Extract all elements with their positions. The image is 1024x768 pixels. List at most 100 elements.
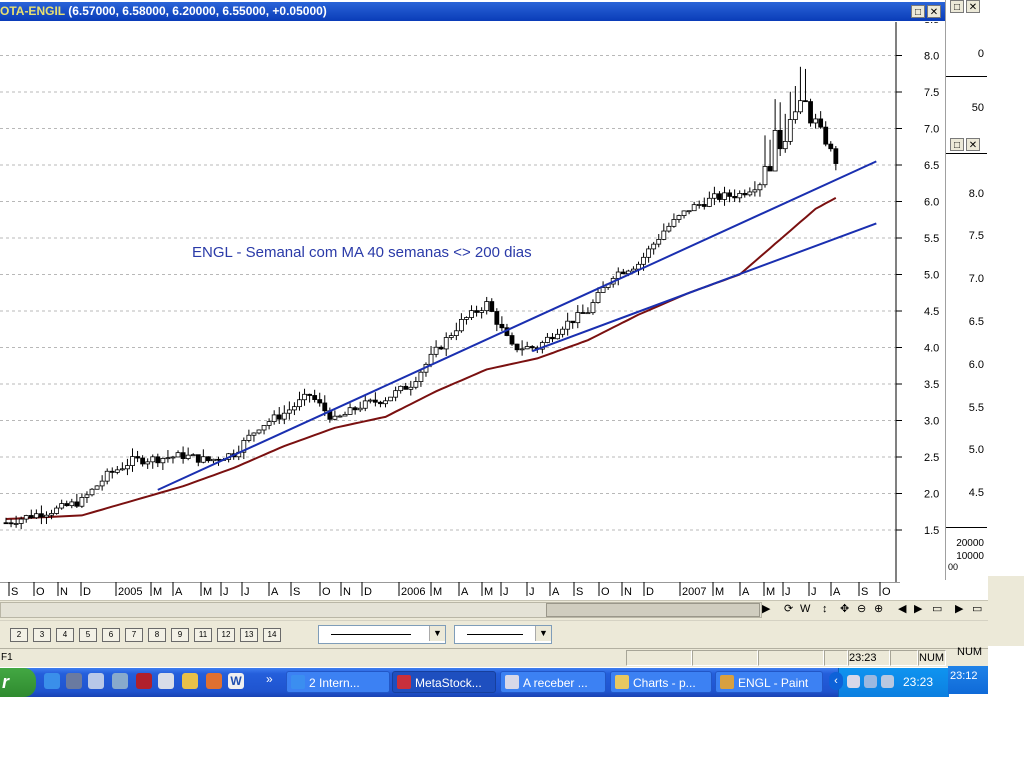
period-button[interactable]: 7 bbox=[125, 628, 143, 642]
scrollbar-thumb[interactable] bbox=[546, 603, 760, 617]
status-cell bbox=[890, 650, 918, 666]
paint-icon[interactable] bbox=[206, 673, 222, 689]
candle-body bbox=[474, 310, 479, 313]
maximize-button[interactable]: □ bbox=[911, 5, 925, 18]
candle-body bbox=[357, 407, 363, 411]
candle-body bbox=[251, 432, 257, 436]
close-button[interactable]: ✕ bbox=[927, 5, 941, 18]
period-button[interactable]: 9 bbox=[171, 628, 189, 642]
candle-body bbox=[656, 239, 662, 245]
panel2-maximize-button[interactable]: □ bbox=[950, 138, 964, 151]
nav-control-icon[interactable]: ▭ bbox=[932, 602, 942, 616]
chevron-right-icon[interactable]: » bbox=[266, 672, 273, 686]
nav-control-icon[interactable]: ▶ bbox=[762, 602, 770, 616]
candle-body bbox=[433, 346, 439, 355]
nav-control-icon[interactable]: ⊖ bbox=[857, 602, 866, 616]
candle-body bbox=[145, 461, 151, 465]
taskbar-button[interactable]: A receber ... bbox=[500, 671, 606, 693]
nav-control-icon[interactable]: ✥ bbox=[840, 602, 849, 616]
candle-body bbox=[418, 371, 424, 382]
candle-body bbox=[337, 415, 343, 418]
candle-body bbox=[362, 400, 368, 409]
line-style-sample bbox=[331, 634, 411, 635]
start-button[interactable]: r bbox=[0, 668, 36, 697]
trendline[interactable] bbox=[157, 160, 877, 491]
taskbar-button[interactable]: 2 Intern... bbox=[286, 671, 390, 693]
period-button[interactable]: 13 bbox=[240, 628, 258, 642]
taskbar-button[interactable]: Charts - p... bbox=[610, 671, 712, 693]
network-icon[interactable] bbox=[88, 673, 104, 689]
line-weight-dropdown[interactable]: ▼ bbox=[454, 625, 552, 644]
candle-body bbox=[185, 454, 191, 459]
chevron-left-icon[interactable]: ‹ bbox=[829, 672, 843, 690]
candle-body bbox=[615, 271, 621, 279]
y-tick-label: 2.5 bbox=[924, 452, 939, 464]
x-tick-label: N bbox=[624, 586, 632, 598]
candle-body bbox=[59, 503, 65, 509]
browser-icon[interactable] bbox=[44, 673, 60, 689]
x-tick-label: D bbox=[364, 586, 372, 598]
app-icon bbox=[720, 675, 734, 689]
candle-body bbox=[767, 166, 773, 172]
period-button[interactable]: 12 bbox=[217, 628, 235, 642]
y-tick-label: 6.0 bbox=[924, 197, 939, 209]
period-button[interactable]: 6 bbox=[102, 628, 120, 642]
candle-body bbox=[722, 192, 727, 200]
folder-icon[interactable] bbox=[182, 673, 198, 689]
period-button[interactable]: 2 bbox=[10, 628, 28, 642]
tray-speaker-icon[interactable] bbox=[881, 675, 894, 688]
y-tick-label: 6.5 bbox=[924, 160, 939, 172]
app-icon bbox=[505, 675, 519, 689]
candle-body bbox=[195, 454, 201, 463]
candle-body bbox=[545, 336, 550, 343]
candle-body bbox=[509, 335, 515, 345]
nav-control-icon[interactable]: ↕ bbox=[822, 602, 828, 616]
line-style-dropdown[interactable]: ▼ bbox=[318, 625, 446, 644]
nav-control-icon[interactable]: ▭ bbox=[972, 602, 982, 616]
candle-body bbox=[332, 415, 338, 420]
tray-clock: 23:23 bbox=[903, 675, 934, 689]
period-button[interactable]: 4 bbox=[56, 628, 74, 642]
candle-body bbox=[453, 330, 459, 336]
x-tick-label: M bbox=[153, 586, 162, 598]
candle-body bbox=[666, 225, 672, 232]
candle-body bbox=[514, 343, 520, 351]
panel2-close-button[interactable]: ✕ bbox=[966, 138, 980, 151]
nav-control-icon[interactable]: ▶ bbox=[914, 602, 922, 616]
volume-tick: 20000 bbox=[956, 538, 984, 549]
period-button[interactable]: 11 bbox=[194, 628, 212, 642]
candle-body bbox=[489, 301, 495, 312]
taskbar-button[interactable]: MetaStock... bbox=[392, 671, 496, 693]
computer-icon[interactable] bbox=[66, 673, 82, 689]
rsi-tick: 0 bbox=[977, 48, 984, 60]
status-cell bbox=[758, 650, 824, 666]
nav-control-icon[interactable]: ⟳ bbox=[784, 602, 793, 616]
period-button[interactable]: 3 bbox=[33, 628, 51, 642]
document-icon[interactable] bbox=[158, 673, 174, 689]
metastock-icon[interactable] bbox=[136, 673, 152, 689]
candle-body bbox=[104, 470, 110, 482]
candle-body bbox=[651, 243, 657, 250]
candle-body bbox=[529, 346, 535, 349]
period-button[interactable]: 5 bbox=[79, 628, 97, 642]
tray-network-icon[interactable] bbox=[847, 675, 860, 688]
price-chart[interactable]: 8.5 8.0 7.5 7.0 6.5 6.0 5.5 5.0 4.5 4.0 3.5 3.0 2.5 2… bbox=[0, 22, 945, 582]
candle-body bbox=[706, 197, 712, 207]
word-icon[interactable]: W bbox=[228, 673, 244, 689]
tray-monitor-icon[interactable] bbox=[864, 675, 877, 688]
nav-control-icon[interactable]: ▶ bbox=[955, 602, 963, 616]
taskbar-button[interactable]: ENGL - Paint bbox=[715, 671, 823, 693]
panel-close-button[interactable]: ✕ bbox=[966, 0, 980, 13]
y-tick-label: 3.0 bbox=[924, 416, 939, 428]
period-button[interactable]: 14 bbox=[263, 628, 281, 642]
candle-body bbox=[246, 434, 252, 441]
nav-control-icon[interactable]: ⊕ bbox=[874, 602, 883, 616]
nav-control-icon[interactable]: W bbox=[800, 602, 810, 616]
period-button[interactable]: 8 bbox=[148, 628, 166, 642]
trendline[interactable] bbox=[531, 222, 877, 353]
printer-icon[interactable] bbox=[112, 673, 128, 689]
candle-body bbox=[276, 414, 282, 420]
panel-maximize-button[interactable]: □ bbox=[950, 0, 964, 13]
nav-control-icon[interactable]: ◀ bbox=[898, 602, 906, 616]
price-tick: 4.5 bbox=[968, 487, 984, 499]
